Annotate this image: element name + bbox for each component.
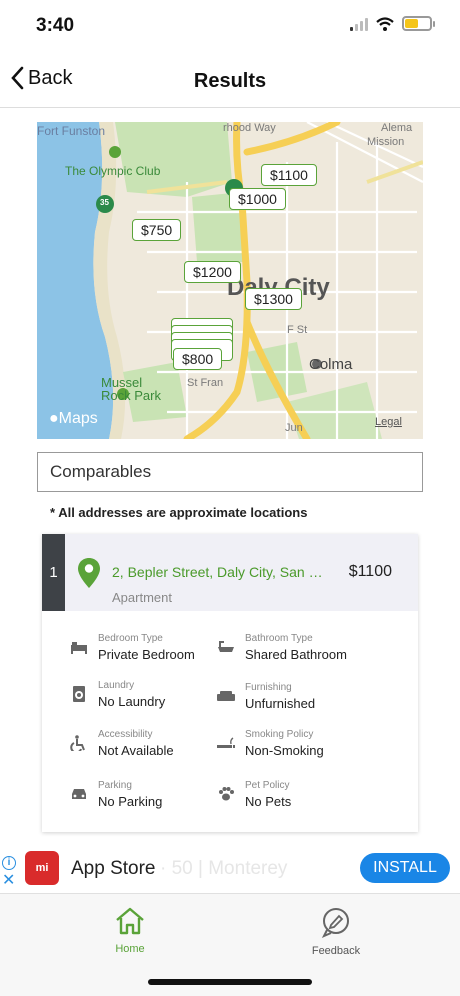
- listing-index: 1: [42, 534, 65, 611]
- home-indicator: [148, 979, 312, 985]
- price-tag-1100[interactable]: $1100: [261, 164, 317, 186]
- map-label-f-st: F St: [287, 324, 308, 336]
- location-note: * All addresses are approximate location…: [50, 505, 308, 520]
- apple-logo-icon: ●: [49, 410, 59, 427]
- info-icon[interactable]: i: [2, 856, 16, 870]
- ad-app-logo: mi: [25, 851, 59, 885]
- map-label-jun: Jun: [285, 422, 303, 434]
- price-tag-1300[interactable]: $1300: [245, 288, 302, 310]
- listing-property-type: Apartment: [112, 590, 172, 605]
- map-view[interactable]: Fort Funston The Olympic Club 35 rhood W…: [37, 122, 423, 439]
- map-label-alemany: Alema: [381, 122, 413, 134]
- status-icons: [350, 16, 435, 31]
- map-label-wood-way: rhood Way: [223, 122, 276, 134]
- close-icon[interactable]: ✕: [2, 873, 15, 889]
- listing-card[interactable]: 1 2, Bepler Street, Daly City, San Mateo…: [42, 534, 418, 832]
- map-label-mission: Mission: [367, 136, 405, 148]
- legal-link[interactable]: Legal: [375, 416, 402, 428]
- listing-price: $1100: [348, 563, 392, 580]
- sofa-icon: [217, 691, 235, 701]
- ad-title: App Store: [71, 858, 156, 879]
- home-icon: [116, 907, 144, 935]
- ad-banner[interactable]: i ✕ mi · 50 | Monterey App Store INSTALL: [0, 846, 460, 892]
- paw-icon: [219, 787, 234, 801]
- listing-address: 2, Bepler Street, Daly City, San Mateo C…: [112, 564, 330, 580]
- tab-home[interactable]: Home: [90, 906, 170, 955]
- washer-icon: [73, 686, 85, 702]
- back-label: Back: [28, 66, 73, 89]
- bed-icon: [71, 642, 87, 654]
- smoking-icon: [217, 737, 235, 748]
- signal-icon: [350, 17, 368, 31]
- map-label-olympic-club: The Olympic Club: [65, 164, 161, 178]
- location-pin-icon: [78, 558, 100, 588]
- tab-feedback-label: Feedback: [311, 945, 361, 957]
- nav-bar: Results Back: [0, 56, 460, 108]
- chevron-left-icon: [11, 66, 24, 90]
- listing-header[interactable]: 1 2, Bepler Street, Daly City, San Mateo…: [42, 534, 418, 611]
- car-icon: [72, 789, 86, 799]
- feedback-icon: [321, 908, 349, 938]
- map-label-mussel-rock-park: Mussel Rock Park: [101, 375, 161, 403]
- map-label-st-fran: St Fran: [187, 377, 224, 389]
- maps-attribution: ●Maps: [49, 410, 98, 427]
- map-label-fort-funston: Fort Funston: [37, 124, 106, 138]
- battery-icon: [402, 16, 435, 31]
- tab-home-label: Home: [115, 943, 145, 955]
- wheelchair-icon: [70, 735, 85, 751]
- comparables-field[interactable]: Comparables: [37, 452, 423, 492]
- status-time: 3:40: [36, 15, 75, 36]
- map-label-colma: Colma: [309, 356, 353, 373]
- tab-feedback[interactable]: Feedback: [296, 906, 376, 957]
- status-bar: 3:40: [0, 0, 460, 56]
- price-tag-750[interactable]: $750: [132, 219, 182, 241]
- ad-background-text: · 50 | Monterey: [160, 858, 288, 879]
- price-tag-800[interactable]: $800: [173, 348, 223, 370]
- wifi-icon: [376, 16, 394, 31]
- back-button[interactable]: Back: [10, 66, 72, 90]
- install-button[interactable]: INSTALL: [360, 853, 450, 883]
- price-tag-1000[interactable]: $1000: [229, 188, 286, 210]
- bathtub-icon: [218, 641, 234, 652]
- map-label-highway-35: 35: [100, 198, 109, 207]
- price-tag-1200[interactable]: $1200: [184, 261, 241, 283]
